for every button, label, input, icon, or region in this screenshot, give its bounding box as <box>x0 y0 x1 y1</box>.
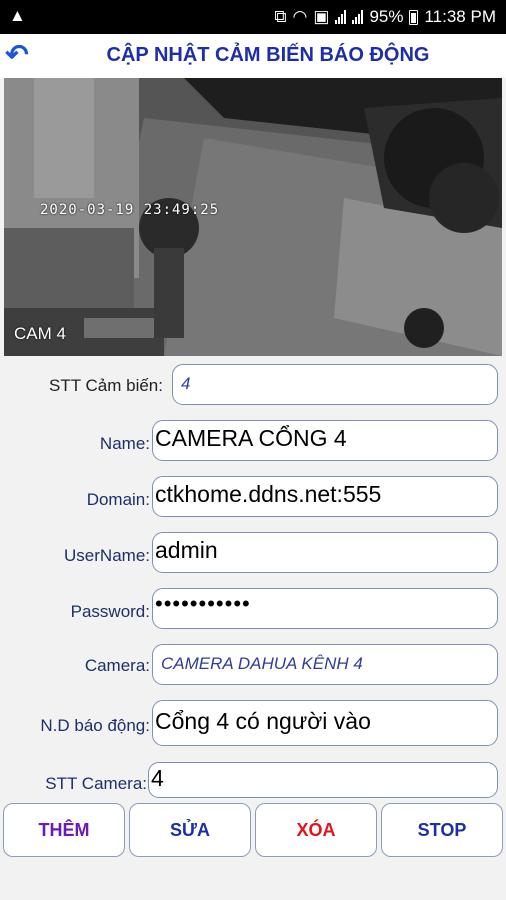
stt-camera-field[interactable]: 4 <box>148 762 498 798</box>
password-field[interactable]: ••••••••••• <box>152 588 498 629</box>
battery-icon <box>409 9 419 25</box>
username-label: UserName: <box>64 546 150 565</box>
cast-icon: ⧉ <box>274 7 287 26</box>
camera-label: CAM 4 <box>14 324 66 343</box>
stt-field[interactable]: 4 <box>172 364 498 405</box>
signal-icon <box>335 10 347 24</box>
battery-percent: 95% <box>369 7 404 26</box>
username-field[interactable]: admin <box>152 532 498 573</box>
back-arrow-icon[interactable]: ↶ <box>0 38 34 72</box>
stt-camera-label: STT Camera: <box>45 774 147 793</box>
name-field[interactable]: CAMERA CỔNG 4 <box>152 420 498 461</box>
alarm-content-label: N.D báo động: <box>40 716 150 735</box>
signal-icon-2 <box>352 10 364 24</box>
nfc-icon: ▣ <box>313 7 330 26</box>
stop-button[interactable]: STOP <box>381 803 503 857</box>
action-buttons: THÊM SỬA XÓA STOP <box>0 803 506 859</box>
status-bar: ▲ ⧉ ◠ ▣ 95% 11:38 PM <box>0 0 506 34</box>
name-label: Name: <box>99 434 150 453</box>
status-icons: ⧉ ◠ ▣ 95% 11:38 PM <box>274 7 496 27</box>
domain-field[interactable]: ctkhome.ddns.net:555 <box>152 476 498 517</box>
page-title: CẬP NHẬT CẢM BIẾN BÁO ĐỘNG <box>106 44 430 66</box>
stt-label: STT Cảm biến: <box>48 376 163 395</box>
domain-label: Domain: <box>86 490 150 509</box>
camera-timestamp: 2020-03-19 23:49:25 <box>40 202 220 218</box>
alarm-content-field[interactable]: Cổng 4 có người vào <box>152 700 498 746</box>
warning-icon: ▲ <box>9 6 26 25</box>
password-label: Password: <box>70 602 150 621</box>
wifi-icon: ◠ <box>292 7 308 26</box>
app-header: ↶ CẬP NHẬT CẢM BIẾN BÁO ĐỘNG <box>0 34 506 78</box>
add-button[interactable]: THÊM <box>3 803 125 857</box>
camera-select[interactable]: CAMERA DAHUA KÊNH 4 <box>152 644 498 685</box>
delete-button[interactable]: XÓA <box>255 803 377 857</box>
clock: 11:38 PM <box>424 7 496 26</box>
camera-select-label: Camera: <box>84 656 150 675</box>
camera-preview: 2020-03-19 23:49:25 CAM 4 <box>4 78 502 356</box>
edit-button[interactable]: SỬA <box>129 803 251 857</box>
